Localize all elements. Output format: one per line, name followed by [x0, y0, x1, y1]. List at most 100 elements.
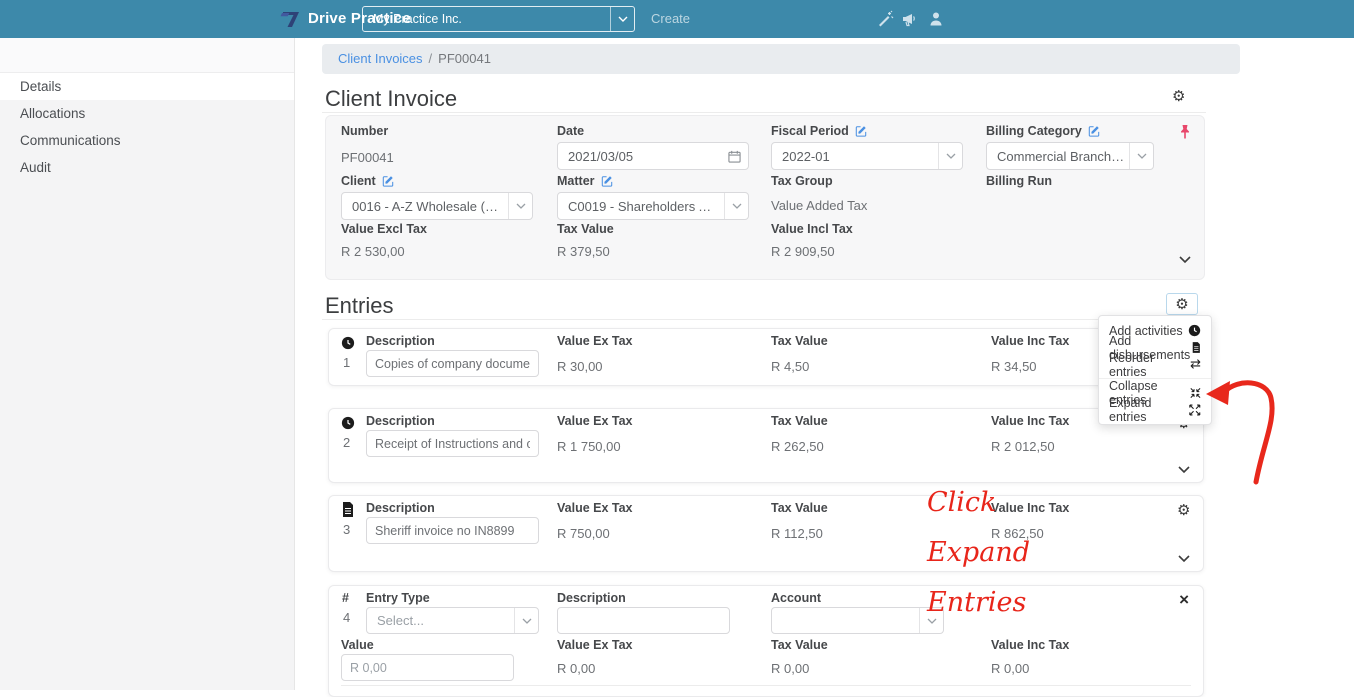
entries-settings-button[interactable]: ⚙ [1166, 293, 1198, 315]
edit-icon[interactable] [382, 175, 394, 187]
page-title: Client Invoice [325, 86, 458, 111]
menu-item-expand-entries[interactable]: Expand entries [1099, 396, 1211, 424]
magic-wand-icon[interactable] [876, 10, 894, 28]
account-column-label: Account [771, 591, 821, 605]
value-inc-tax-column-label: Value Inc Tax [991, 334, 1070, 348]
close-icon[interactable]: × [1179, 590, 1189, 610]
entry-description-input[interactable] [366, 350, 539, 377]
swap-arrows-icon: ⇄ [1190, 357, 1201, 372]
left-sidebar: Details Allocations Communications Audit [0, 38, 295, 690]
number-value: PF00041 [341, 150, 394, 165]
breadcrumb-client-invoices-link[interactable]: Client Invoices [338, 51, 423, 66]
value-ex-tax-column-label: Value Ex Tax [557, 414, 633, 428]
entry-value-inc-tax: R 862,50 [991, 526, 1044, 541]
account-select[interactable] [771, 607, 944, 634]
value-ex-tax-column-label: Value Ex Tax [557, 638, 633, 652]
breadcrumb-current: PF00041 [438, 51, 491, 66]
entry-value-inc-tax: R 2 012,50 [991, 439, 1055, 454]
entry-row-4-new: # 4 Entry Type Description Account × Sel… [328, 585, 1204, 697]
entry-value-ex-tax: R 0,00 [557, 661, 596, 676]
create-menu[interactable]: Create [651, 11, 690, 26]
entry-value-ex-tax: R 30,00 [557, 359, 603, 374]
entry-value-inc-tax: R 34,50 [991, 359, 1037, 374]
entry-number: 3 [343, 522, 351, 537]
billing-run-label: Billing Run [986, 174, 1052, 188]
value-inc-tax-column-label: Value Inc Tax [991, 501, 1070, 515]
billing-category-select[interactable]: Commercial Branch A - Commercial ... [986, 142, 1154, 170]
clock-icon [341, 336, 355, 350]
description-column-label: Description [366, 414, 435, 428]
entry-description-input[interactable] [557, 607, 730, 634]
expand-entry-chevron-icon[interactable] [1178, 555, 1190, 563]
edit-icon[interactable] [601, 175, 613, 187]
chevron-down-icon [919, 608, 943, 633]
breadcrumb: Client Invoices / PF00041 [322, 44, 1240, 74]
calendar-icon[interactable] [728, 150, 741, 163]
expand-icon [1189, 404, 1201, 415]
menu-item-reorder-entries[interactable]: Reorder entries ⇄ [1099, 351, 1211, 379]
clock-icon [341, 416, 355, 430]
description-column-label: Description [366, 501, 435, 515]
date-label: Date [557, 124, 585, 138]
value-incl-tax-value: R 2 909,50 [771, 244, 835, 259]
client-select[interactable]: 0016 - A-Z Wholesale (Pty) Ltd [341, 192, 533, 220]
entry-value-input[interactable] [341, 654, 514, 681]
collapse-panel-chevron-icon[interactable] [1179, 256, 1191, 264]
chevron-down-icon [610, 7, 634, 31]
value-ex-tax-column-label: Value Ex Tax [557, 334, 633, 348]
chevron-down-icon [724, 193, 748, 219]
hash-column-label: # [342, 591, 349, 605]
main-content: Client Invoices / PF00041 Client Invoice ⚙… [296, 38, 1354, 697]
date-input[interactable] [557, 142, 749, 170]
billing-category-label: Billing Category [986, 124, 1100, 138]
entry-gear-icon[interactable]: ⚙ [1177, 503, 1190, 518]
value-incl-tax-label: Value Incl Tax [771, 222, 853, 236]
file-icon [1193, 342, 1201, 353]
entry-number: 4 [343, 610, 351, 625]
practice-select[interactable]: My Practice Inc. [362, 6, 635, 32]
entry-description-input[interactable] [366, 430, 539, 457]
number-label: Number [341, 124, 389, 138]
matter-select[interactable]: C0019 - Shareholders Agreement: A... [557, 192, 749, 220]
invoice-header-panel: Number PF00041 Date Fiscal Period 2022-0… [325, 115, 1205, 280]
description-column-label: Description [557, 591, 626, 605]
user-icon[interactable] [927, 10, 945, 28]
entries-settings-menu: Add activities Add disbursements Reorder… [1098, 315, 1212, 425]
megaphone-icon[interactable] [901, 10, 919, 28]
sidebar-item-audit[interactable]: Audit [0, 154, 294, 181]
entry-number: 2 [343, 435, 351, 450]
entry-type-select[interactable]: Select... [366, 607, 539, 634]
entry-row-1: 1 Description Value Ex Tax Tax Value Val… [328, 328, 1204, 386]
edit-icon[interactable] [855, 125, 867, 137]
value-inc-tax-column-label: Value Inc Tax [991, 638, 1070, 652]
entry-number: 1 [343, 355, 351, 370]
entry-description-input[interactable] [366, 517, 539, 544]
value-column-label: Value [341, 638, 374, 652]
chevron-down-icon [508, 193, 532, 219]
sidebar-header [0, 38, 294, 73]
entry-tax-value: R 112,50 [771, 526, 823, 541]
drive-practice-logo-icon [280, 12, 299, 27]
matter-label: Matter [557, 174, 613, 188]
tax-group-value: Value Added Tax [771, 198, 868, 213]
entry-value-ex-tax: R 750,00 [557, 526, 610, 541]
value-ex-tax-column-label: Value Ex Tax [557, 501, 633, 515]
sidebar-item-details[interactable]: Details [0, 73, 294, 100]
invoice-settings-gear-icon[interactable]: ⚙ [1172, 89, 1185, 104]
edit-icon[interactable] [1088, 125, 1100, 137]
entry-row-3: 3 Description Value Ex Tax Tax Value Val… [328, 495, 1204, 572]
value-excl-tax-label: Value Excl Tax [341, 222, 427, 236]
file-icon [343, 502, 353, 517]
entry-value-ex-tax: R 1 750,00 [557, 439, 621, 454]
chevron-down-icon [938, 143, 962, 169]
collapse-icon [1190, 387, 1201, 398]
fiscal-period-select[interactable]: 2022-01 [771, 142, 963, 170]
entry-tax-value: R 4,50 [771, 359, 810, 374]
expand-entry-chevron-icon[interactable] [1178, 466, 1190, 474]
pin-icon[interactable] [1178, 124, 1192, 140]
tax-value-column-label: Tax Value [771, 501, 828, 515]
divider [322, 319, 1206, 320]
chevron-down-icon [514, 608, 538, 633]
sidebar-item-communications[interactable]: Communications [0, 127, 294, 154]
sidebar-item-allocations[interactable]: Allocations [0, 100, 294, 127]
